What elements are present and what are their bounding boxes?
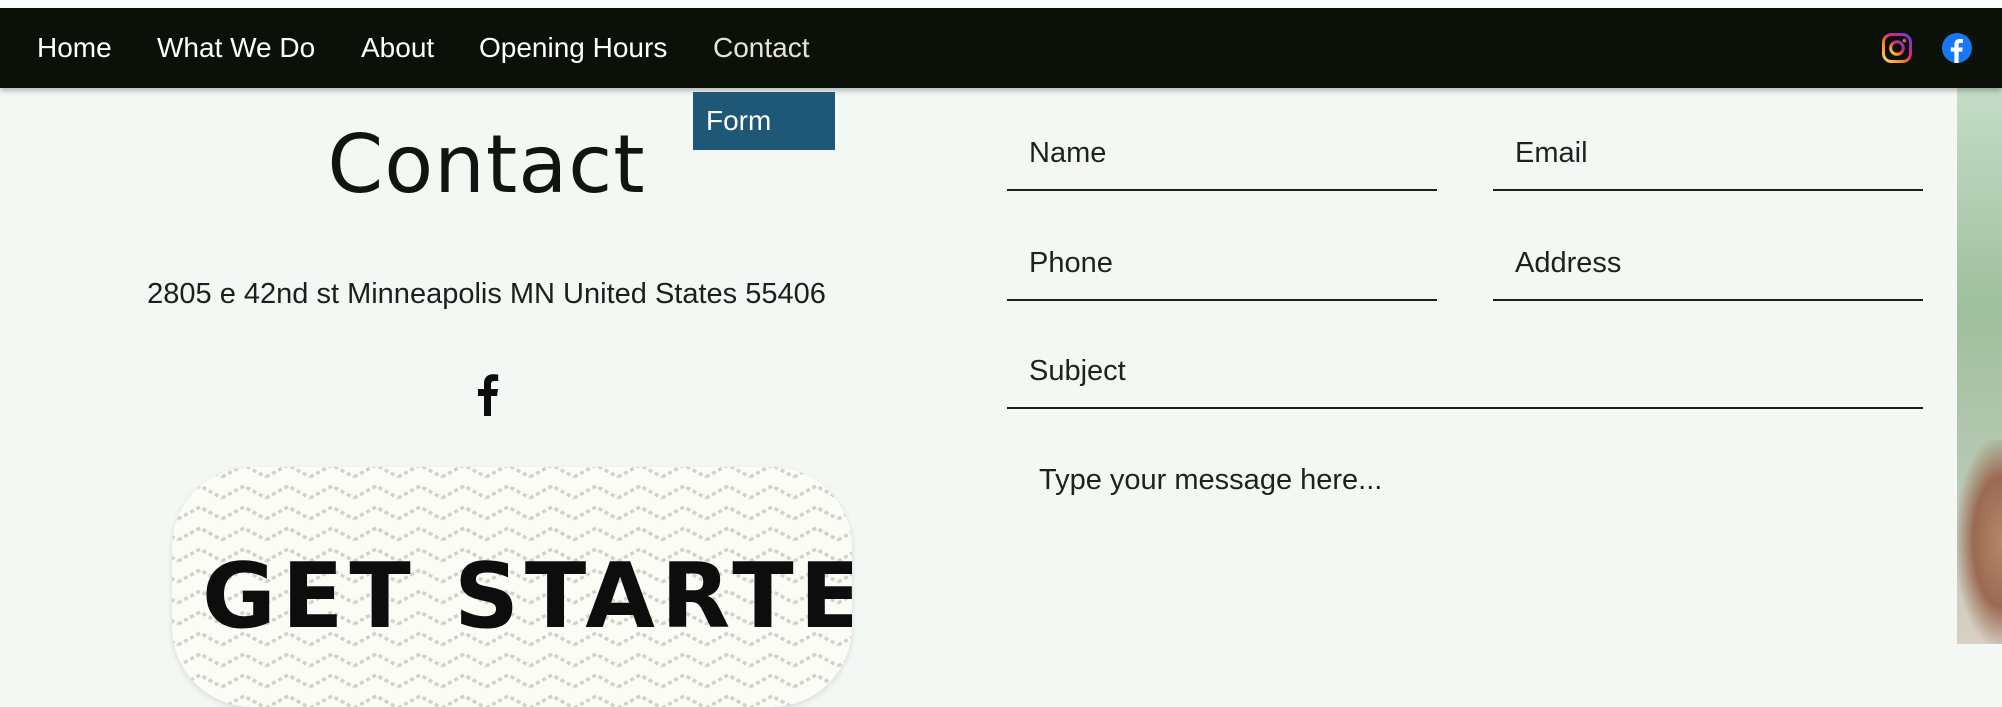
phone-field-label: Phone xyxy=(1029,247,1113,279)
contact-address: 2805 e 42nd st Minneapolis MN United Sta… xyxy=(147,278,826,310)
address-field[interactable]: Address xyxy=(1493,239,1923,301)
nav-item-opening-hours[interactable]: Opening Hours xyxy=(479,8,667,88)
subject-field-label: Subject xyxy=(1029,355,1126,387)
nav-item-about[interactable]: About xyxy=(361,8,434,88)
nav-item-contact[interactable]: Contact xyxy=(713,8,810,88)
top-strip xyxy=(0,0,2002,8)
address-field-label: Address xyxy=(1515,247,1622,279)
nav-item-home[interactable]: Home xyxy=(37,8,112,88)
get-started-label: GET STARTED! xyxy=(202,544,852,649)
subject-field[interactable]: Subject xyxy=(1007,347,1923,409)
email-field[interactable]: Email xyxy=(1493,129,1923,191)
side-photo-hand xyxy=(1957,440,2002,644)
get-started-button[interactable]: GET STARTED! xyxy=(172,467,852,707)
name-field-label: Name xyxy=(1029,137,1107,169)
name-field[interactable]: Name xyxy=(1007,129,1437,191)
site-nav: Home What We Do About Opening Hours Cont… xyxy=(0,8,2002,88)
email-field-label: Email xyxy=(1515,137,1588,169)
instagram-icon[interactable] xyxy=(1881,32,1913,64)
facebook-icon[interactable] xyxy=(474,372,500,416)
facebook-icon[interactable] xyxy=(1941,32,1973,64)
submenu-item-form[interactable]: Form xyxy=(706,92,771,150)
phone-field[interactable]: Phone xyxy=(1007,239,1437,301)
message-placeholder: Type your message here... xyxy=(1039,464,1383,496)
contact-submenu: Form xyxy=(693,92,835,150)
message-textarea[interactable]: Type your message here... xyxy=(1008,440,1922,650)
nav-item-what-we-do[interactable]: What We Do xyxy=(157,8,315,88)
